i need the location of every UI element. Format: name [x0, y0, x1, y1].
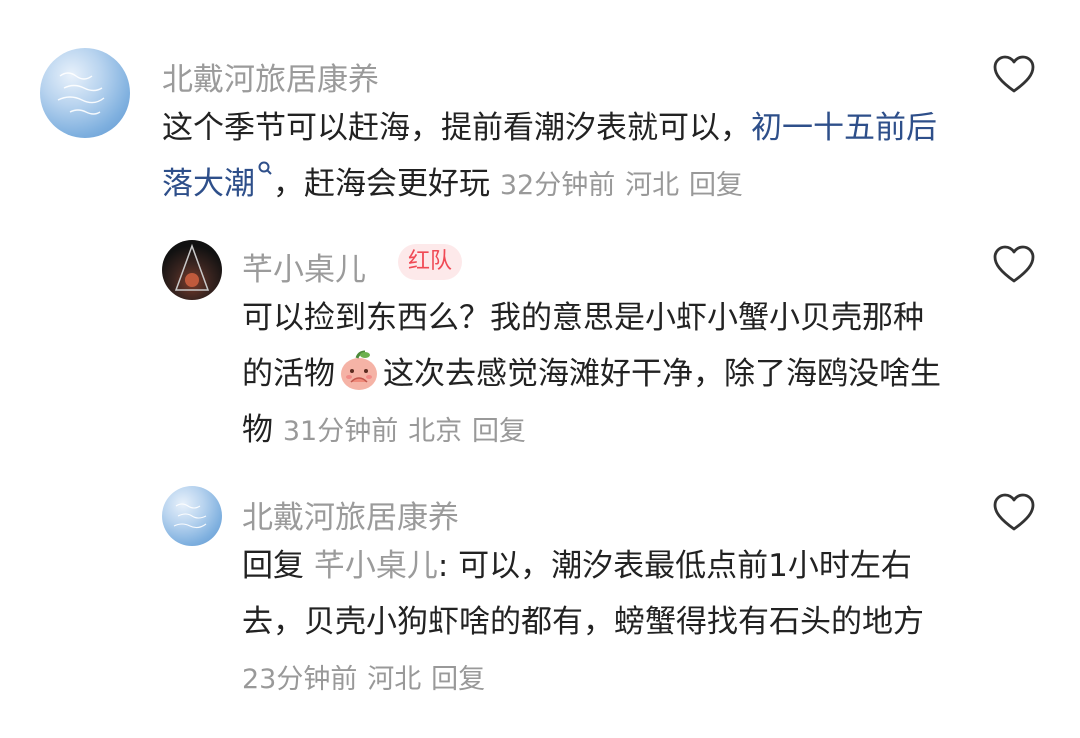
avatar[interactable] [162, 486, 222, 546]
comment-text-body: 这个季节可以赶海，提前看潮汐表就可以， [162, 110, 751, 146]
avatar[interactable] [162, 240, 222, 300]
reply-item: 北戴河旅居康养 回复 芊小桌儿: 可以，潮汐表最低点前1小时左右去，贝壳小狗虾啥… [0, 480, 1080, 738]
comment-author[interactable]: 芊小桌儿 [242, 244, 366, 289]
comment-time: 23分钟前 [242, 664, 358, 695]
comment-item: 北戴河旅居康养 这个季节可以赶海，提前看潮汐表就可以，初一十五前后落大潮 ，赶海会… [0, 0, 1080, 230]
comment-location: 河北 [625, 170, 680, 201]
comment-text-tail: ，赶海会更好玩 [273, 166, 490, 202]
mention-link[interactable]: 芊小桌儿 [314, 548, 438, 584]
comment-author[interactable]: 北戴河旅居康养 [242, 492, 459, 537]
reply-item: 芊小桌儿 红队 可以捡到东西么？我的意思是小虾小蟹小贝壳那种的活物 这次去感觉海… [0, 230, 1080, 480]
avatar-photo-icon [174, 243, 210, 291]
team-badge: 红队 [398, 244, 463, 280]
reply-button[interactable]: 回复 [689, 170, 743, 201]
mention-separator: : [437, 548, 459, 584]
avatar-handwriting-icon [173, 503, 207, 529]
avatar[interactable] [40, 48, 130, 138]
comment-text: 这个季节可以赶海，提前看潮汐表就可以，初一十五前后落大潮 ，赶海会更好玩 32分钟… [162, 100, 952, 214]
comment-location: 北京 [408, 416, 463, 447]
magnifier-icon[interactable] [257, 160, 273, 182]
comment-text: 可以捡到东西么？我的意思是小虾小蟹小贝壳那种的活物 这次去感觉海滩好干净，除了海… [242, 290, 942, 460]
reply-button[interactable]: 回复 [431, 664, 485, 695]
comment-location: 河北 [367, 664, 422, 695]
comment-text: 回复 芊小桌儿: 可以，潮汐表最低点前1小时左右去，贝壳小狗虾啥的都有，螃蟹得找… [242, 538, 942, 708]
like-heart-icon[interactable] [992, 54, 1036, 94]
comment-time: 32分钟前 [499, 170, 616, 201]
like-heart-icon[interactable] [992, 492, 1036, 532]
reply-prefix: 回复 [242, 548, 314, 584]
praying-peach-emoji-icon [341, 350, 377, 390]
comment-time: 31分钟前 [282, 416, 399, 447]
reply-button[interactable]: 回复 [472, 416, 526, 447]
avatar-handwriting-icon [57, 72, 105, 115]
like-heart-icon[interactable] [992, 244, 1036, 284]
comment-author[interactable]: 北戴河旅居康养 [162, 54, 379, 99]
